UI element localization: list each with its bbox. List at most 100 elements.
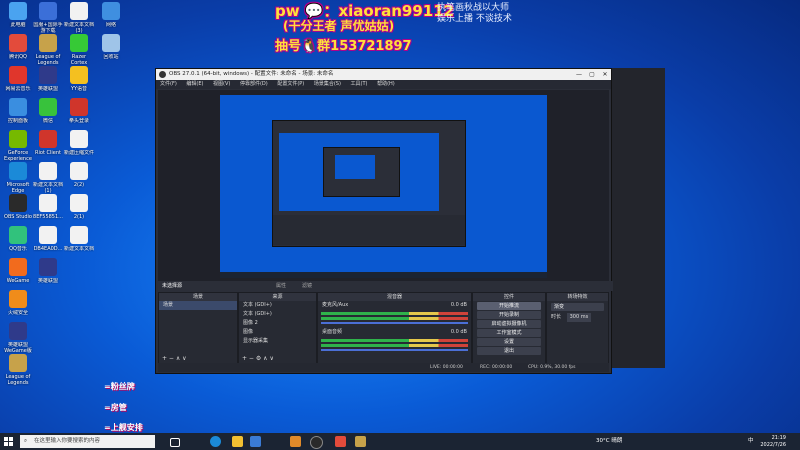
desktop-icon[interactable]: 英雄联盟 xyxy=(33,66,63,92)
obs-status-bar: LIVE: 00:00:00 REC: 00:00:00 CPU: 0.9%, … xyxy=(158,363,609,372)
desktop-icon-label: 国服+国际手游下载 xyxy=(33,22,63,34)
menu-edit[interactable]: 编辑(E) xyxy=(186,81,203,87)
desktop-icon-label: 回收站 xyxy=(103,54,119,60)
desktop-icon[interactable]: OBS Studio xyxy=(3,194,33,220)
edge-icon[interactable] xyxy=(210,436,221,447)
audio-meter xyxy=(321,339,468,342)
desktop-icon-label: 网易云音乐 xyxy=(5,86,31,92)
mixer-dock: 混音器 麦克风/Aux 0.0 dB 桌面音频 0.0 dB xyxy=(317,292,472,364)
input-language[interactable]: 中 xyxy=(748,433,754,450)
desktop-icon[interactable]: 英雄联盟WeGame版 xyxy=(3,322,33,354)
start-recording-button[interactable]: 开始录制 xyxy=(477,311,541,319)
source-item[interactable]: 显示器采集 xyxy=(239,337,316,346)
desktop-icon[interactable]: YY语音 xyxy=(64,66,94,92)
controls-dock: 控件 开始推流 开始录制 启动虚拟摄像机 工作室模式 设置 退出 xyxy=(472,292,546,364)
desktop-icon-label: 网络 xyxy=(105,22,116,28)
menu-tools[interactable]: 工具(T) xyxy=(351,81,368,87)
source-item[interactable]: 文本 (GDI+) xyxy=(239,301,316,310)
app-icon[interactable] xyxy=(335,436,346,447)
desktop-icon[interactable]: 8EF55851... xyxy=(33,194,63,220)
desktop-icon[interactable]: 网易云音乐 xyxy=(3,66,33,92)
obs-preview[interactable] xyxy=(158,90,609,281)
studio-mode-button[interactable]: 工作室模式 xyxy=(477,329,541,337)
app-icon[interactable] xyxy=(290,436,301,447)
desktop-icon[interactable]: 此电脑 xyxy=(3,2,33,28)
app-icon xyxy=(102,34,120,52)
scenes-footer-controls[interactable]: + − ∧ ∨ xyxy=(159,355,240,363)
desktop-icon[interactable]: 国服+国际手游下载 xyxy=(33,2,63,34)
desktop-icon[interactable]: QQ音乐 xyxy=(3,226,33,252)
desktop-icon[interactable]: Razer Cortex xyxy=(64,34,94,66)
obs-taskbar-icon[interactable] xyxy=(310,436,323,449)
search-icon: ⌕ xyxy=(24,438,28,444)
task-view-icon[interactable] xyxy=(170,438,180,447)
desktop-icon-label: 腾讯QQ xyxy=(9,54,27,60)
menu-profile[interactable]: 配置文件(P) xyxy=(277,81,304,87)
desktop-icon[interactable]: 回收站 xyxy=(96,34,126,60)
desktop-icon[interactable]: 新建压缩文件 xyxy=(64,130,94,156)
desktop-icon[interactable]: 腾讯QQ xyxy=(3,34,33,60)
weather-status[interactable]: 30°C 晴朗 xyxy=(596,433,622,450)
menu-help[interactable]: 帮助(H) xyxy=(377,81,395,87)
menu-docks[interactable]: 停靠部件(D) xyxy=(240,81,268,87)
store-icon[interactable] xyxy=(250,436,261,447)
scenes-header: 场景 xyxy=(159,293,237,301)
desktop-icon[interactable]: League of Legends xyxy=(3,354,33,386)
desktop-icon[interactable]: GeForce Experience xyxy=(3,130,33,162)
live-status: LIVE: 00:00:00 xyxy=(430,365,463,370)
obs-title-bar[interactable]: OBS 27.0.1 (64-bit, windows) - 配置文件: 未命名… xyxy=(156,69,611,80)
desktop-icon[interactable]: 2(1) xyxy=(64,194,94,220)
maximize-icon[interactable]: ▢ xyxy=(586,69,598,80)
desktop-icon[interactable]: 新建文本文档(3) xyxy=(64,2,94,34)
source-item[interactable]: 图像 xyxy=(239,328,316,337)
volume-slider[interactable] xyxy=(321,349,468,351)
desktop-icon-label: 新建文本文档(1) xyxy=(33,182,63,194)
desktop-icon[interactable]: 火绒安全 xyxy=(3,290,33,316)
properties-button[interactable]: 属性 xyxy=(276,281,286,291)
source-item[interactable]: 图像 2 xyxy=(239,319,316,328)
app-icon xyxy=(9,98,27,116)
start-streaming-button[interactable]: 开始推流 xyxy=(477,302,541,310)
taskbar-search-input[interactable]: ⌕ 在这里输入你要搜索的内容 xyxy=(20,435,155,448)
app-icon xyxy=(70,34,88,52)
start-virtual-camera-button[interactable]: 启动虚拟摄像机 xyxy=(477,320,541,328)
transition-select[interactable]: 渐变 xyxy=(551,303,604,311)
app-icon xyxy=(9,322,27,340)
scene-item[interactable]: 场景 xyxy=(159,301,237,310)
desktop-icon[interactable]: WeGame xyxy=(3,258,33,284)
close-icon[interactable]: ✕ xyxy=(599,69,611,80)
desktop-icon[interactable]: DB4EA0D... xyxy=(33,226,63,252)
desktop-icon-label: 新建文本文档(3) xyxy=(64,22,94,34)
minimize-icon[interactable]: — xyxy=(573,69,585,80)
desktop-icon[interactable]: 微信 xyxy=(33,98,63,124)
desktop-icon[interactable]: Microsoft Edge xyxy=(3,162,33,194)
desktop-icon[interactable]: 控制面板 xyxy=(3,98,33,124)
desktop-icon[interactable]: 新建文本文档 xyxy=(64,226,94,252)
desktop-icon[interactable]: 2(2) xyxy=(64,162,94,188)
source-item[interactable]: 文本 (GDI+) xyxy=(239,310,316,319)
duration-input[interactable]: 300 ms xyxy=(566,313,592,322)
file-explorer-icon[interactable] xyxy=(232,436,243,447)
desktop-icon[interactable]: League of Legends xyxy=(33,34,63,66)
obs-window[interactable]: OBS 27.0.1 (64-bit, windows) - 配置文件: 未命名… xyxy=(155,68,613,374)
windows-start-icon[interactable] xyxy=(4,437,13,446)
desktop-icon[interactable]: 拳头登录 xyxy=(64,98,94,124)
app-icon[interactable] xyxy=(355,436,366,447)
desktop-icon[interactable]: Riot Client xyxy=(33,130,63,156)
desktop-icon-label: Riot Client xyxy=(35,150,61,156)
desktop-icon[interactable]: 英雄联盟 xyxy=(33,258,63,284)
nested-obs-window xyxy=(272,120,466,247)
no-source-selected: 未选择源 xyxy=(162,283,183,289)
menu-view[interactable]: 视图(V) xyxy=(213,81,230,87)
volume-slider[interactable] xyxy=(321,322,468,324)
desktop-icon[interactable]: 网络 xyxy=(96,2,126,28)
exit-button[interactable]: 退出 xyxy=(477,347,541,355)
sources-footer-controls[interactable]: + − ⚙ ∧ ∨ xyxy=(239,355,319,363)
menu-file[interactable]: 文件(F) xyxy=(160,81,177,87)
filters-button[interactable]: 滤镜 xyxy=(302,281,312,291)
app-icon xyxy=(70,130,88,148)
menu-scene-collection[interactable]: 场景集合(S) xyxy=(314,81,341,87)
taskbar-clock[interactable]: 21:19 2022/7/26 xyxy=(760,435,786,448)
desktop-icon[interactable]: 新建文本文档(1) xyxy=(33,162,63,194)
settings-button[interactable]: 设置 xyxy=(477,338,541,346)
